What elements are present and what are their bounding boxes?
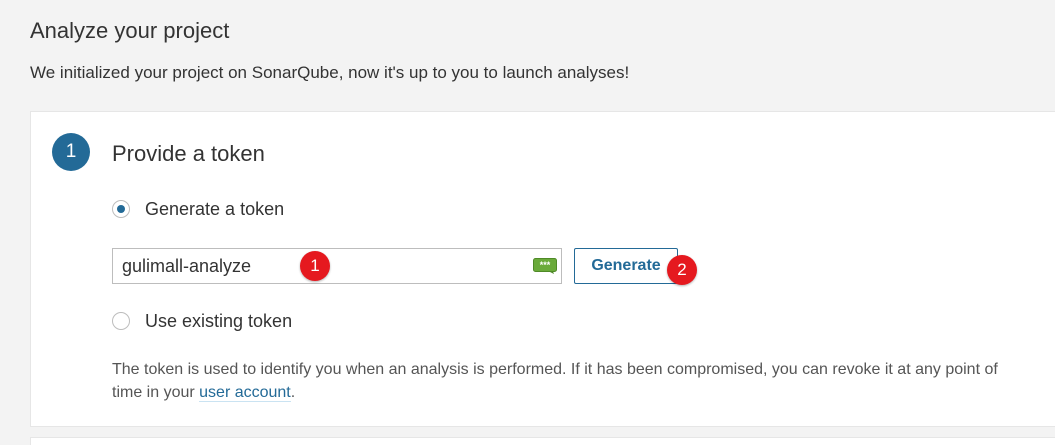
- use-existing-token-label: Use existing token: [145, 311, 293, 331]
- annotation-marker-2: 2: [667, 255, 697, 285]
- password-manager-icon[interactable]: ***: [533, 258, 557, 274]
- token-name-input[interactable]: [113, 249, 561, 283]
- generate-token-label: Generate a token: [145, 199, 285, 219]
- step-number-badge: 1: [52, 133, 90, 171]
- svg-text:***: ***: [540, 260, 551, 270]
- page: Analyze your project We initialized your…: [0, 0, 1055, 445]
- generate-token-radio[interactable]: [112, 200, 130, 218]
- user-account-link[interactable]: user account: [199, 384, 291, 402]
- token-help-text: The token is used to identify you when a…: [112, 358, 1032, 404]
- use-existing-token-radio[interactable]: [112, 312, 130, 330]
- annotation-marker-1: 1: [300, 251, 330, 281]
- help-text-after: .: [290, 384, 296, 401]
- generate-token-option[interactable]: Generate a token: [112, 198, 284, 220]
- generate-button[interactable]: Generate: [574, 248, 678, 284]
- next-step-card: [30, 437, 1055, 445]
- token-name-field[interactable]: ***: [112, 248, 562, 284]
- page-title: Analyze your project: [30, 18, 230, 43]
- page-description: We initialized your project on SonarQube…: [30, 63, 630, 82]
- use-existing-token-option[interactable]: Use existing token: [112, 310, 292, 332]
- step-title: Provide a token: [112, 141, 265, 166]
